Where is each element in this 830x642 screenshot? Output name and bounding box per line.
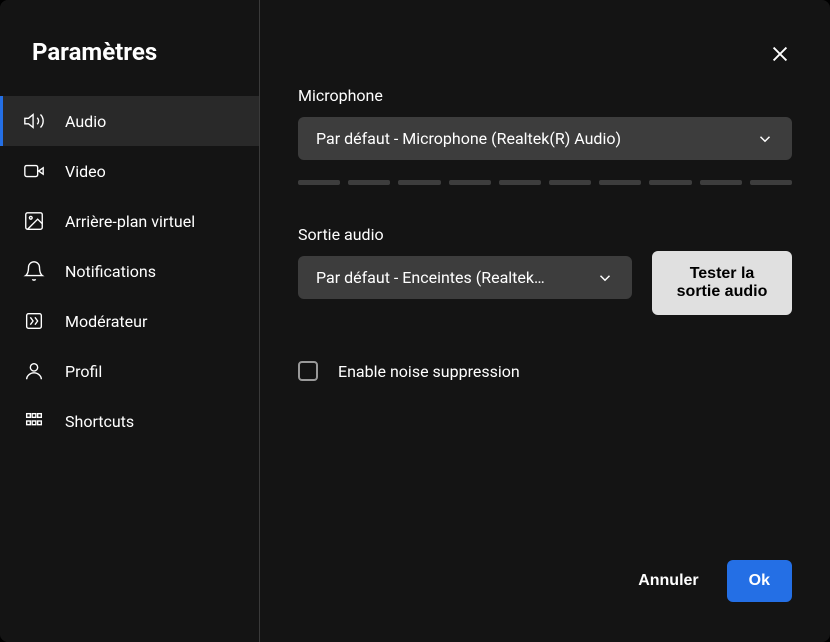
level-segment xyxy=(499,180,541,185)
bell-icon xyxy=(23,260,45,282)
moderator-icon xyxy=(23,310,45,332)
video-icon xyxy=(23,160,45,182)
close-button[interactable] xyxy=(768,42,792,66)
sidebar-item-label: Arrière-plan virtuel xyxy=(65,212,195,231)
sidebar: Paramètres Audio Video Arrière-plan virt… xyxy=(0,0,260,642)
level-segment xyxy=(750,180,792,185)
settings-dialog: Paramètres Audio Video Arrière-plan virt… xyxy=(0,0,830,642)
main-content: Microphone Par défaut - Microphone (Real… xyxy=(260,66,830,560)
sidebar-item-moderator[interactable]: Modérateur xyxy=(0,296,259,346)
main-panel: Microphone Par défaut - Microphone (Real… xyxy=(260,0,830,642)
noise-suppression-label: Enable noise suppression xyxy=(338,362,520,381)
sidebar-item-label: Modérateur xyxy=(65,312,147,331)
sidebar-item-video[interactable]: Video xyxy=(0,146,259,196)
test-output-button[interactable]: Tester la sortie audio xyxy=(652,251,792,315)
sidebar-item-label: Notifications xyxy=(65,262,156,281)
sidebar-item-label: Shortcuts xyxy=(65,412,134,431)
level-segment xyxy=(700,180,742,185)
footer: Annuler Ok xyxy=(260,560,830,642)
level-segment xyxy=(599,180,641,185)
noise-suppression-row: Enable noise suppression xyxy=(298,361,792,381)
output-row: Sortie audio Par défaut - Enceintes (Rea… xyxy=(298,225,792,315)
sidebar-item-virtual-bg[interactable]: Arrière-plan virtuel xyxy=(0,196,259,246)
sidebar-items: Audio Video Arrière-plan virtuel Notific… xyxy=(0,96,259,446)
output-select-value: Par défaut - Enceintes (Realtek… xyxy=(316,268,584,287)
sidebar-item-shortcuts[interactable]: Shortcuts xyxy=(0,396,259,446)
noise-suppression-checkbox[interactable] xyxy=(298,361,318,381)
microphone-label: Microphone xyxy=(298,86,792,105)
sidebar-item-profile[interactable]: Profil xyxy=(0,346,259,396)
sidebar-item-audio[interactable]: Audio xyxy=(0,96,259,146)
grid-icon xyxy=(23,410,45,432)
speaker-icon xyxy=(23,110,45,132)
sidebar-item-label: Audio xyxy=(65,112,106,131)
microphone-select[interactable]: Par défaut - Microphone (Realtek(R) Audi… xyxy=(298,117,792,160)
level-segment xyxy=(348,180,390,185)
chevron-down-icon xyxy=(596,269,614,287)
level-segment xyxy=(549,180,591,185)
level-segment xyxy=(298,180,340,185)
output-left: Sortie audio Par défaut - Enceintes (Rea… xyxy=(298,225,632,299)
sidebar-item-label: Profil xyxy=(65,362,102,381)
microphone-select-value: Par défaut - Microphone (Realtek(R) Audi… xyxy=(316,129,744,148)
cancel-button[interactable]: Annuler xyxy=(638,572,698,590)
microphone-level-meter xyxy=(298,180,792,185)
sidebar-item-notifications[interactable]: Notifications xyxy=(0,246,259,296)
sidebar-item-label: Video xyxy=(65,162,106,181)
output-label: Sortie audio xyxy=(298,225,632,244)
main-header xyxy=(260,0,830,66)
user-icon xyxy=(23,360,45,382)
level-segment xyxy=(398,180,440,185)
sidebar-title: Paramètres xyxy=(0,0,259,96)
image-icon xyxy=(23,210,45,232)
close-icon xyxy=(769,43,791,65)
output-select[interactable]: Par défaut - Enceintes (Realtek… xyxy=(298,256,632,299)
chevron-down-icon xyxy=(756,130,774,148)
level-segment xyxy=(649,180,691,185)
level-segment xyxy=(449,180,491,185)
ok-button[interactable]: Ok xyxy=(727,560,792,602)
